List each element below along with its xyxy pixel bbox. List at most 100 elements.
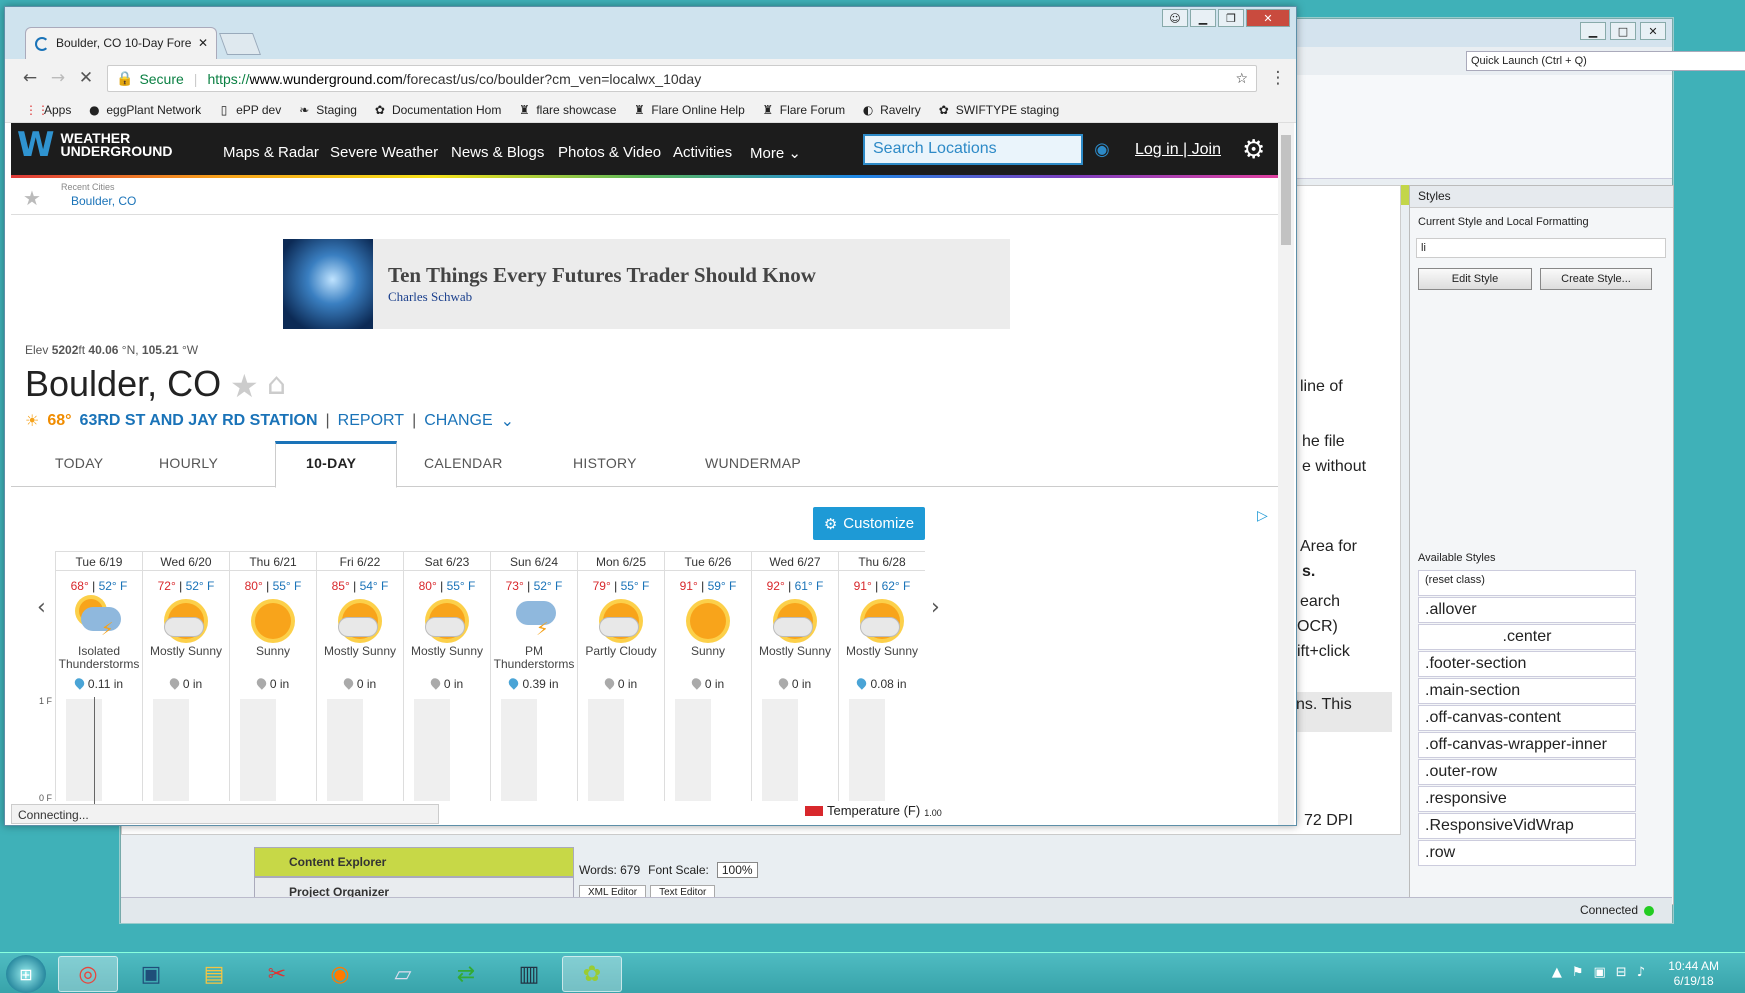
app-icon[interactable]: ▣: [121, 956, 181, 992]
tab-10-day[interactable]: 10-DAY: [306, 455, 356, 471]
content-explorer-tab[interactable]: Content Explorer: [254, 847, 574, 877]
next-days-icon[interactable]: ›: [931, 595, 940, 620]
chrome-icon[interactable]: ◎: [58, 956, 118, 992]
device-icon[interactable]: ▣: [1594, 965, 1606, 980]
snipping-tool-icon[interactable]: ✂: [247, 956, 307, 992]
tray-expand-icon[interactable]: ▲: [1552, 965, 1562, 980]
notepad-icon[interactable]: ▱: [373, 956, 433, 992]
join-link[interactable]: Join: [1192, 141, 1221, 158]
forecast-day[interactable]: Wed 6/20 72° | 52° F Mostly Sunny 0 in: [142, 551, 229, 801]
change-link[interactable]: CHANGE: [424, 412, 492, 430]
edit-style-button[interactable]: Edit Style: [1418, 268, 1532, 290]
bookmark-item[interactable]: ◐ Ravelry: [861, 103, 921, 117]
tab-today[interactable]: TODAY: [55, 455, 103, 471]
flag-icon[interactable]: ⚑: [1572, 965, 1584, 980]
terminal-icon[interactable]: ▥: [499, 956, 559, 992]
quick-launch-input[interactable]: Quick Launch (Ctrl + Q): [1466, 51, 1745, 71]
bookmark-item[interactable]: ♜ flare showcase: [517, 103, 616, 117]
bookmark-item[interactable]: ❧ Staging: [297, 103, 357, 117]
bookmark-item[interactable]: ▯ ePP dev: [217, 103, 281, 117]
station-name-link[interactable]: 63RD ST AND JAY RD STATION: [80, 412, 318, 430]
bookmark-item[interactable]: ✿ SWIFTYPE staging: [937, 103, 1059, 117]
forecast-day[interactable]: Mon 6/25 79° | 55° F Partly Cloudy 0 in: [577, 551, 664, 801]
forecast-day[interactable]: Tue 6/19 68° | 52° F ⚡ Isolated Thunderstor…: [55, 551, 142, 801]
zoom-select[interactable]: 100%: [716, 862, 758, 878]
start-button[interactable]: ⊞: [6, 955, 46, 993]
forecast-day[interactable]: Sat 6/23 80° | 55° F Mostly Sunny 0 in: [403, 551, 490, 801]
favorite-star-icon[interactable]: ★: [230, 367, 259, 405]
forecast-day[interactable]: Tue 6/26 91° | 59° F Sunny 0 in: [664, 551, 751, 801]
tab-wundermap[interactable]: WUNDERMAP: [705, 455, 801, 471]
adchoices-icon[interactable]: ▷: [1257, 507, 1268, 524]
new-tab-button[interactable]: [218, 33, 262, 55]
nav-more[interactable]: More ⌄: [750, 144, 801, 162]
tab-hourly[interactable]: HOURLY: [159, 455, 218, 471]
forecast-day[interactable]: Thu 6/28 91° | 62° F Mostly Sunny 0.08 in: [838, 551, 925, 801]
style-list-item[interactable]: .outer-row: [1418, 759, 1636, 785]
network-icon[interactable]: ⇄: [436, 956, 496, 992]
customize-button[interactable]: ⚙ Customize: [813, 507, 925, 540]
nav-activities[interactable]: Activities: [673, 144, 732, 161]
page-scrollbar[interactable]: [1278, 123, 1294, 825]
firefox-icon[interactable]: ◉: [310, 956, 370, 992]
bookmark-item[interactable]: ♜ Flare Online Help: [632, 103, 745, 117]
bookmark-star-icon[interactable]: ☆: [1235, 71, 1248, 87]
style-list-item[interactable]: .main-section: [1418, 678, 1636, 704]
nav-severe-weather[interactable]: Severe Weather: [330, 144, 438, 161]
stop-icon[interactable]: ✕: [75, 67, 97, 89]
bookmark-item[interactable]: ⋮⋮ Apps: [25, 103, 71, 117]
close-icon[interactable]: ✕: [1640, 22, 1666, 40]
network-icon[interactable]: ⊟: [1616, 965, 1627, 980]
minimize-icon[interactable]: ▁: [1190, 9, 1216, 27]
volume-icon[interactable]: ♪: [1637, 965, 1645, 980]
forward-icon[interactable]: →: [47, 67, 69, 89]
maximize-icon[interactable]: □: [1610, 22, 1636, 40]
tab-close-icon[interactable]: ✕: [198, 36, 208, 50]
flare-icon[interactable]: ✿: [562, 956, 622, 992]
address-bar[interactable]: 🔒 Secure | https://www.wunderground.com/…: [107, 65, 1257, 92]
style-list-item[interactable]: .row: [1418, 840, 1636, 866]
geolocate-icon[interactable]: ◉: [1087, 134, 1117, 165]
scrollbar-thumb[interactable]: [1281, 135, 1291, 245]
forecast-day[interactable]: Thu 6/21 80° | 55° F Sunny 0 in: [229, 551, 316, 801]
style-list-item[interactable]: .ResponsiveVidWrap: [1418, 813, 1636, 839]
ad-banner[interactable]: Ten Things Every Futures Trader Should K…: [283, 239, 1010, 329]
home-icon[interactable]: ⌂: [267, 367, 286, 402]
prev-days-icon[interactable]: ‹: [37, 595, 46, 620]
wu-logo[interactable]: W WEATHER UNDERGROUND: [17, 128, 173, 162]
bookmark-item[interactable]: ✿ Documentation Hom: [373, 103, 501, 117]
create-style-button[interactable]: Create Style...: [1540, 268, 1652, 290]
menu-icon[interactable]: ⋮: [1267, 67, 1289, 89]
bookmark-item[interactable]: ● eggPlant Network: [87, 103, 201, 117]
favorite-star-icon[interactable]: ★: [23, 186, 41, 210]
recent-city-link[interactable]: Boulder, CO: [71, 194, 136, 208]
bookmark-item[interactable]: ♜ Flare Forum: [761, 103, 845, 117]
current-style-field[interactable]: li: [1416, 238, 1666, 258]
style-list-item[interactable]: .responsive: [1418, 786, 1636, 812]
gear-icon[interactable]: ⚙: [1242, 135, 1265, 165]
tab-calendar[interactable]: CALENDAR: [424, 455, 503, 471]
forecast-day[interactable]: Fri 6/22 85° | 54° F Mostly Sunny 0 in: [316, 551, 403, 801]
nav-photos-video[interactable]: Photos & Video: [558, 144, 661, 161]
style-list-item[interactable]: .off-canvas-wrapper-inner: [1418, 732, 1636, 758]
browser-tab[interactable]: Boulder, CO 10-Day Fore ✕: [25, 27, 217, 59]
style-list-item[interactable]: .off-canvas-content: [1418, 705, 1636, 731]
nav-news-blogs[interactable]: News & Blogs: [451, 144, 544, 161]
login-link[interactable]: Log in: [1135, 141, 1179, 158]
style-list-item[interactable]: .allover: [1418, 597, 1636, 623]
back-icon[interactable]: ←: [19, 67, 41, 89]
forecast-day[interactable]: Wed 6/27 92° | 61° F Mostly Sunny 0 in: [751, 551, 838, 801]
tab-history[interactable]: HISTORY: [573, 455, 637, 471]
clock[interactable]: 10:44 AM 6/19/18: [1668, 959, 1719, 989]
search-locations-input[interactable]: Search Locations: [863, 134, 1083, 165]
style-list-item[interactable]: .footer-section: [1418, 651, 1636, 677]
report-link[interactable]: REPORT: [338, 412, 404, 430]
forecast-day[interactable]: Sun 6/24 73° | 52° F ⚡ PM Thunderstorms 0.39…: [490, 551, 577, 801]
nav-maps-radar[interactable]: Maps & Radar: [223, 144, 319, 161]
style-list-item[interactable]: (reset class): [1418, 570, 1636, 596]
folder-icon[interactable]: ▤: [184, 956, 244, 992]
minimize-icon[interactable]: ▁: [1580, 22, 1606, 40]
style-list-item[interactable]: .center: [1418, 624, 1636, 650]
restore-icon[interactable]: ❐: [1218, 9, 1244, 27]
close-icon[interactable]: ✕: [1246, 9, 1290, 27]
